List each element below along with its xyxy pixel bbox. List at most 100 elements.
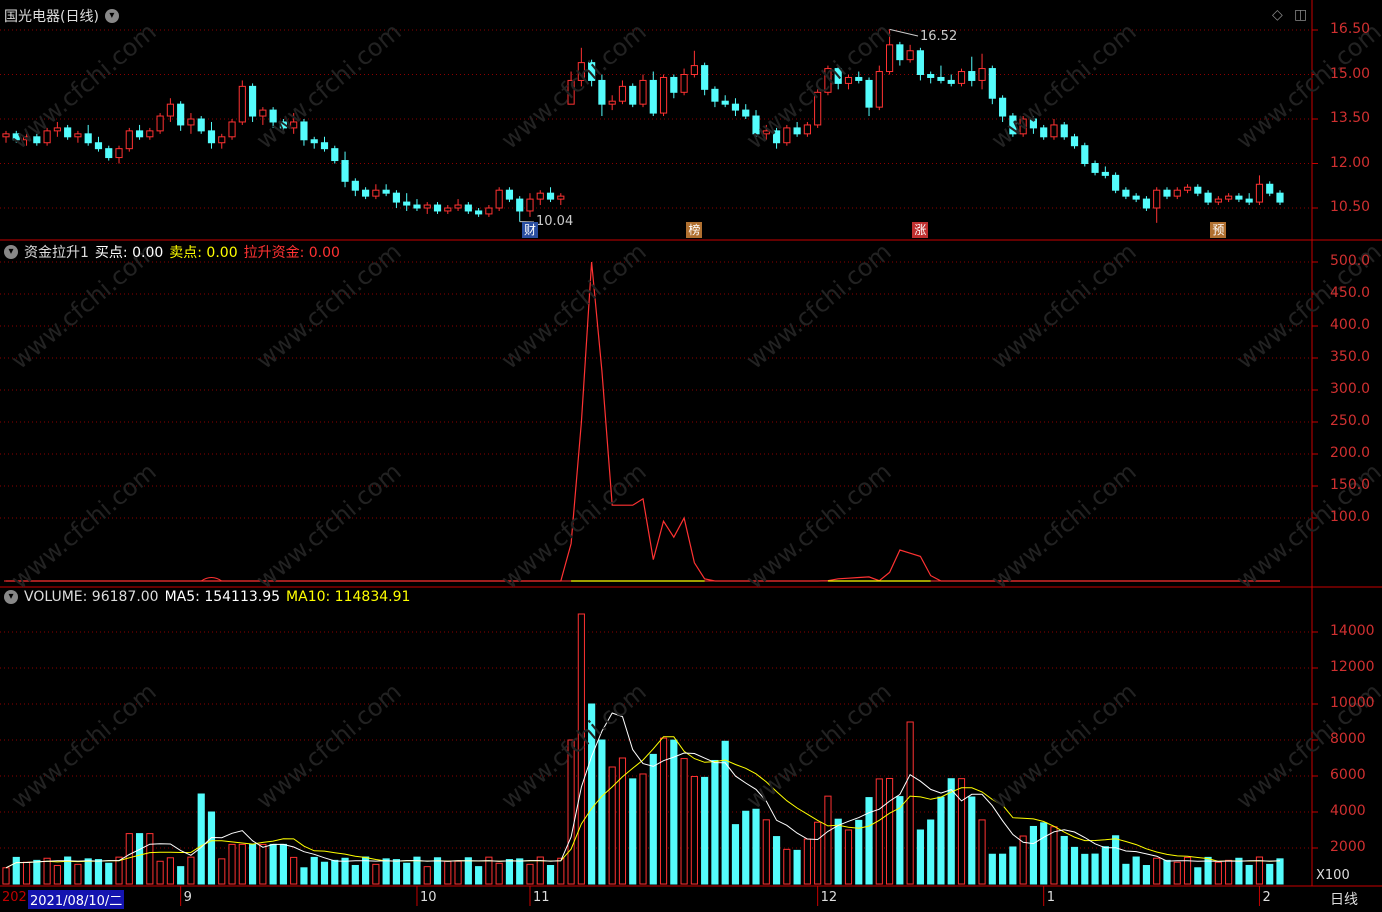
volume-bar: [505, 859, 514, 885]
price-tick-label: 13.50: [1330, 110, 1371, 126]
watermark-text: www.cfchi.com: [496, 457, 652, 594]
month-label: 9: [183, 890, 192, 905]
candle-body: [927, 74, 935, 78]
candle-body: [1070, 136, 1079, 147]
candle-body: [475, 210, 483, 215]
candle-body: [916, 50, 924, 75]
chevron-down-icon[interactable]: ▾: [4, 245, 18, 259]
candle-body: [947, 79, 955, 84]
chevron-down-icon[interactable]: ▾: [4, 590, 18, 604]
candle-body: [64, 127, 72, 138]
candle-body: [444, 207, 452, 212]
funds-tick-label: 450.0: [1330, 285, 1371, 301]
volume-bar: [896, 796, 904, 885]
candle-body: [793, 127, 801, 135]
diamond-icon[interactable]: ◇: [1272, 7, 1283, 23]
candle-body: [382, 189, 390, 194]
watermark-text: www.cfchi.com: [741, 237, 897, 374]
volume-bar: [392, 859, 401, 885]
watermark-text: www.cfchi.com: [251, 17, 407, 154]
candle-body: [341, 160, 349, 182]
candle-body: [896, 44, 904, 61]
volume-bar: [43, 857, 51, 885]
lift-funds-label: 拉升资金: 0.00: [243, 245, 340, 261]
candle-body: [988, 68, 996, 99]
volume-bar: [731, 824, 740, 885]
candle-body: [1112, 174, 1120, 191]
volume-bar: [742, 810, 750, 885]
watermark-text: www.cfchi.com: [741, 677, 897, 814]
candle-body: [690, 65, 698, 75]
volume-bar: [105, 862, 113, 885]
candle-body: [115, 148, 123, 159]
watermark-text: www.cfchi.com: [496, 17, 652, 154]
chart-canvas[interactable]: www.cfchi.com www.cfchi.com www.cfchi.com w…: [0, 0, 1382, 912]
candle-body: [1132, 195, 1140, 200]
watermark-text: www.cfchi.com: [986, 237, 1142, 374]
month-label: 11: [532, 890, 550, 905]
event-marker[interactable]: 涨: [912, 222, 929, 238]
volume-bar: [269, 843, 277, 885]
volume-bar: [1081, 853, 1089, 885]
volume-bar: [670, 739, 678, 885]
candle-body: [238, 85, 246, 123]
funds-tick-label: 100.0: [1330, 509, 1371, 525]
price-tick-label: 16.50: [1330, 21, 1371, 37]
volume-bar: [598, 739, 606, 885]
volume-bar: [844, 829, 853, 885]
chevron-down-icon[interactable]: ▾: [104, 9, 119, 23]
candle-body: [639, 79, 647, 105]
candle-body: [1214, 198, 1222, 203]
watermark-text: www.cfchi.com: [496, 237, 652, 374]
volume-bar: [464, 857, 472, 885]
volume-bar: [957, 778, 966, 885]
volume-bar: [690, 775, 698, 885]
candle-body: [670, 76, 678, 93]
volume-bar: [1122, 863, 1130, 885]
candle-body: [1173, 189, 1181, 197]
watermark-text: www.cfchi.com: [251, 677, 407, 814]
funds-tick-label: 250.0: [1330, 413, 1371, 429]
candle-body: [392, 192, 401, 203]
volume-bar: [259, 843, 267, 885]
volume-bar: [94, 859, 103, 885]
volume-bar: [1183, 856, 1192, 885]
volume-bar: [762, 819, 770, 885]
watermark-text: www.cfchi.com: [1231, 17, 1382, 154]
volume-bar: [1019, 835, 1027, 885]
volume-bar: [937, 796, 945, 885]
volume-bar: [1029, 825, 1038, 885]
candle-body: [135, 130, 144, 138]
candle-body: [187, 118, 195, 126]
volume-bar: [1091, 853, 1099, 885]
event-marker[interactable]: 财: [521, 222, 538, 238]
candle-body: [248, 85, 257, 117]
funds-tick-label: 200.0: [1330, 445, 1371, 461]
volume-bar: [772, 836, 781, 885]
volume-bar: [433, 857, 442, 885]
event-marker[interactable]: 预: [1210, 222, 1227, 238]
volume-bar: [865, 797, 873, 885]
volume-bar: [300, 867, 308, 885]
volume-bar: [834, 818, 842, 885]
funds-tick-label: 150.0: [1330, 477, 1371, 493]
event-marker[interactable]: 榜: [686, 222, 703, 238]
volume-bar: [248, 843, 257, 885]
candle-body: [1266, 183, 1274, 194]
candle-body: [957, 71, 966, 84]
volume-label: VOLUME: 96187.00: [24, 589, 159, 605]
month-label: 12: [820, 890, 838, 905]
candle-body: [74, 133, 82, 138]
candle-body: [433, 204, 442, 212]
candle-body: [218, 136, 226, 144]
window-icon[interactable]: ◫: [1294, 7, 1307, 23]
volume-bar: [444, 860, 452, 885]
price-tick-label: 15.00: [1330, 65, 1371, 82]
candle-body: [557, 195, 565, 200]
low-price-label: 10.04: [536, 214, 574, 229]
period-label[interactable]: 日线: [1330, 889, 1358, 909]
price-tick-label: 10.50: [1330, 199, 1371, 215]
candle-body: [320, 142, 329, 150]
volume-bar: [310, 856, 318, 885]
candle-body: [1204, 192, 1212, 203]
